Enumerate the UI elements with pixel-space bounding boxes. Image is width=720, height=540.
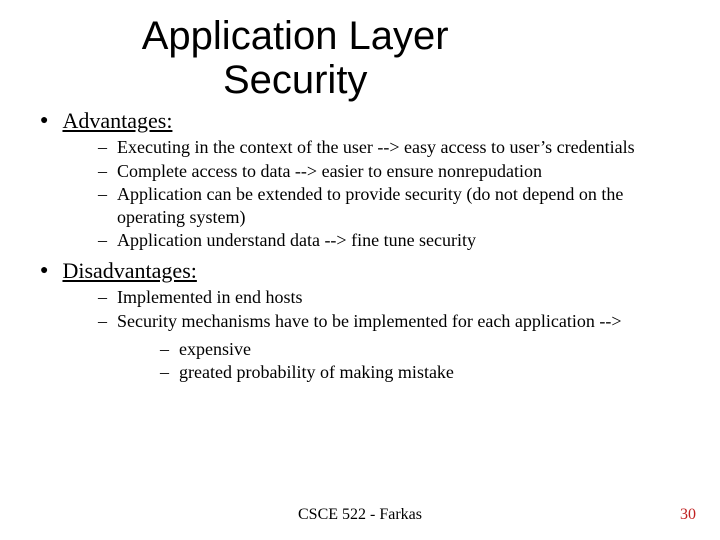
dash-icon: – bbox=[98, 160, 107, 183]
dash-icon: – bbox=[98, 136, 107, 159]
slide-title: Application Layer Security bbox=[43, 0, 547, 102]
footer-text: CSCE 522 - Farkas bbox=[0, 506, 720, 524]
slide-body: ● Advantages: –Executing in the context … bbox=[0, 102, 720, 383]
list-item: –Application understand data --> fine tu… bbox=[98, 229, 670, 252]
item-text: Application understand data --> fine tun… bbox=[117, 229, 476, 252]
title-line-1: Application Layer bbox=[142, 14, 449, 58]
advantages-heading: Advantages: bbox=[62, 108, 172, 134]
dash-icon: – bbox=[98, 183, 107, 206]
dash-icon: – bbox=[160, 338, 169, 361]
bullet-icon: ● bbox=[40, 258, 48, 284]
list-item: –Implemented in end hosts bbox=[98, 286, 670, 309]
dash-icon: – bbox=[98, 229, 107, 252]
item-text: Complete access to data --> easier to en… bbox=[117, 160, 542, 183]
bullet-icon: ● bbox=[40, 108, 48, 134]
list-item: –Application can be extended to provide … bbox=[98, 183, 670, 228]
item-text: Security mechanisms have to be implement… bbox=[117, 310, 621, 333]
list-item: –Complete access to data --> easier to e… bbox=[98, 160, 670, 183]
list-item: –greated probability of making mistake bbox=[160, 361, 680, 384]
item-text: Executing in the context of the user -->… bbox=[117, 136, 635, 159]
item-text: Implemented in end hosts bbox=[117, 286, 302, 309]
page-number: 30 bbox=[680, 506, 696, 524]
section-advantages: ● Advantages: bbox=[40, 108, 680, 134]
item-text: expensive bbox=[179, 338, 251, 361]
section-disadvantages: ● Disadvantages: bbox=[40, 258, 680, 284]
dash-icon: – bbox=[98, 286, 107, 309]
list-item: –Security mechanisms have to be implemen… bbox=[98, 310, 670, 333]
dash-icon: – bbox=[160, 361, 169, 384]
disadvantages-list: –Implemented in end hosts –Security mech… bbox=[40, 286, 680, 332]
advantages-list: –Executing in the context of the user --… bbox=[40, 136, 680, 252]
list-item: –Executing in the context of the user --… bbox=[98, 136, 670, 159]
item-text: Application can be extended to provide s… bbox=[117, 183, 670, 228]
list-item: –expensive bbox=[160, 338, 680, 361]
disadvantages-heading: Disadvantages: bbox=[62, 258, 196, 284]
item-text: greated probability of making mistake bbox=[179, 361, 454, 384]
dash-icon: – bbox=[98, 310, 107, 333]
title-line-2: Security bbox=[223, 58, 368, 102]
disadvantages-sublist: –expensive –greated probability of makin… bbox=[40, 338, 680, 383]
